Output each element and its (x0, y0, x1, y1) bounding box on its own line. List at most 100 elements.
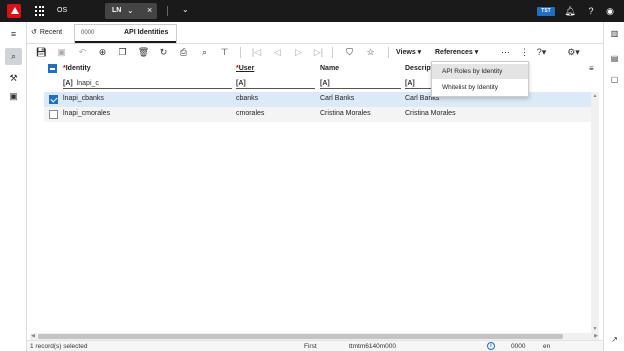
help-icon[interactable]: ? (585, 5, 597, 17)
undo-icon[interactable]: ↶ (76, 46, 89, 59)
filter-name[interactable]: [A] (320, 78, 401, 89)
history-icon: ↺ (31, 29, 37, 36)
references-menu[interactable]: References ▾ (435, 48, 478, 56)
horizontal-scrollbar[interactable]: ◀ ▶ (30, 333, 599, 340)
menu-item-api-roles-by-identity[interactable]: API Roles by Identity (432, 64, 528, 79)
divider (388, 47, 389, 58)
column-label: Identity (65, 65, 91, 72)
hierarchy-icon[interactable]: ⊤ (218, 46, 231, 59)
left-navigation: ≡ ⌕ ⚒ ▣ (0, 22, 27, 351)
user-icon[interactable]: ◉ (604, 5, 616, 17)
duplicate-icon[interactable]: ❐ (116, 46, 129, 59)
column-header-user[interactable]: *User (236, 62, 254, 76)
cell-identity: lnapi_cmorales (63, 110, 111, 117)
print-icon[interactable]: ⎙ (177, 46, 190, 59)
help-icon[interactable]: ?▾ (535, 46, 548, 59)
app-tab-ln[interactable]: LN ⌄ × (105, 3, 157, 19)
divider (332, 47, 333, 58)
app-logo-icon[interactable] (7, 4, 21, 18)
save-and-close-icon[interactable]: ▣ (55, 46, 68, 59)
column-label: User (238, 65, 255, 72)
language-code: en (543, 343, 551, 350)
close-icon[interactable]: × (147, 5, 152, 15)
references-dropdown: API Roles by Identity Whitelist by Ident… (431, 61, 529, 97)
record-position: First (304, 343, 317, 350)
tab-api-identities[interactable]: 0000 API Identities (74, 24, 177, 43)
previous-record-icon[interactable]: ◁ (271, 46, 284, 59)
menu-item-whitelist-by-identity[interactable]: Whitelist by Identity (432, 80, 528, 95)
external-link-icon[interactable]: ↗ (608, 333, 621, 346)
filter-type-badge[interactable]: [A] (63, 80, 73, 87)
next-record-icon[interactable]: ▷ (292, 46, 305, 59)
views-menu[interactable]: Views ▾ (396, 48, 421, 56)
refresh-icon[interactable]: ↻ (157, 46, 170, 59)
right-rail: ▥ ▤ ▢ ↗ (603, 22, 624, 351)
company-number: 0000 (511, 343, 526, 350)
briefcase-icon[interactable]: ▣ (5, 88, 22, 105)
filter-identity[interactable]: [A] lnapi_c (63, 78, 232, 89)
row-checkbox[interactable] (49, 95, 58, 104)
cell-description: Cristina Morales (405, 110, 456, 117)
save-icon[interactable]: 💾︎ (35, 46, 48, 59)
cell-user: cmorales (236, 110, 265, 117)
cell-identity: lnapi_cbanks (63, 95, 104, 102)
tools-icon[interactable]: ⚒ (5, 70, 22, 87)
row-checkbox[interactable] (49, 110, 58, 119)
recent-button[interactable]: ↺ Recent (31, 28, 62, 36)
tab-title: API Identities (124, 29, 169, 36)
more-icon[interactable]: ⋯ (499, 46, 512, 59)
workspace-label[interactable]: OS (57, 7, 67, 14)
inbox-icon[interactable]: ▤ (608, 52, 621, 65)
scroll-right-icon[interactable]: ▶ (594, 333, 598, 339)
app-tab-label: LN (112, 7, 122, 14)
more-vertical-icon[interactable]: ⋮ (518, 46, 531, 59)
filter-type-badge[interactable]: [A] (236, 80, 246, 87)
recent-label: Recent (39, 29, 63, 36)
status-bar: 1 record(s) selected First ttmtm6140m000… (27, 340, 603, 351)
environment-badge: TST (537, 7, 555, 16)
select-all-checkbox[interactable] (48, 64, 57, 73)
cell-name: Carl Banks (320, 95, 355, 102)
first-record-icon[interactable]: |◁ (250, 46, 263, 59)
column-options-icon[interactable]: ≡ (589, 64, 594, 73)
bookmark-icon[interactable]: ⛉ (343, 46, 356, 59)
filter-type-badge[interactable]: [A] (405, 80, 415, 87)
table-row[interactable]: lnapi_cmorales cmorales Cristina Morales… (44, 107, 595, 122)
settings-icon[interactable]: ⚙▾ (567, 46, 580, 59)
document-icon[interactable]: ▢ (608, 73, 621, 86)
scrollbar-thumb[interactable] (38, 334, 563, 339)
scroll-up-icon[interactable]: ▲ (591, 93, 599, 99)
cell-name: Cristina Morales (320, 110, 371, 117)
menu-icon[interactable]: ≡ (5, 26, 22, 43)
selection-status: 1 record(s) selected (30, 343, 88, 350)
references-label: References (435, 49, 473, 56)
filter-type-badge[interactable]: [A] (320, 80, 330, 87)
panel-icon[interactable]: ▥ (608, 27, 621, 40)
chevron-down-icon[interactable]: ⌄ (127, 6, 134, 15)
column-header-name[interactable]: Name (320, 62, 339, 76)
vertical-scrollbar[interactable]: ▲ ▼ (591, 92, 599, 333)
filter-user[interactable]: [A] (236, 78, 315, 89)
top-bar: OS LN ⌄ × ⌄ TST 🔔︎ ? ◉ (0, 0, 624, 22)
last-record-icon[interactable]: ▷| (312, 46, 325, 59)
cell-user: cbanks (236, 95, 259, 102)
search-icon[interactable]: ⌕ (198, 46, 211, 59)
star-icon[interactable]: ☆ (364, 46, 377, 59)
scroll-left-icon[interactable]: ◀ (31, 333, 35, 339)
views-label: Views (396, 49, 416, 56)
chevron-down-icon[interactable]: ⌄ (182, 5, 189, 14)
divider (167, 6, 168, 16)
column-label: Name (320, 65, 340, 72)
notification-icon[interactable]: 🔔︎ (564, 5, 576, 17)
scroll-down-icon[interactable]: ▼ (591, 326, 599, 332)
divider (240, 47, 241, 58)
search-icon[interactable]: ⌕ (5, 48, 22, 65)
filter-value: lnapi_c (76, 80, 99, 87)
delete-icon[interactable]: 🗑︎ (137, 46, 150, 59)
app-switcher-icon[interactable] (35, 6, 45, 16)
column-header-identity[interactable]: *Identity (63, 62, 91, 76)
tab-number: 0000 (81, 30, 95, 36)
info-icon[interactable]: i (487, 342, 495, 350)
toolbar: 💾︎ ▣ ↶ ⊕ ❐ 🗑︎ ↻ ⎙ ⌕ ⊤ |◁ ◁ ▷ ▷| ⛉ ☆ View… (27, 44, 603, 61)
new-icon[interactable]: ⊕ (96, 46, 109, 59)
